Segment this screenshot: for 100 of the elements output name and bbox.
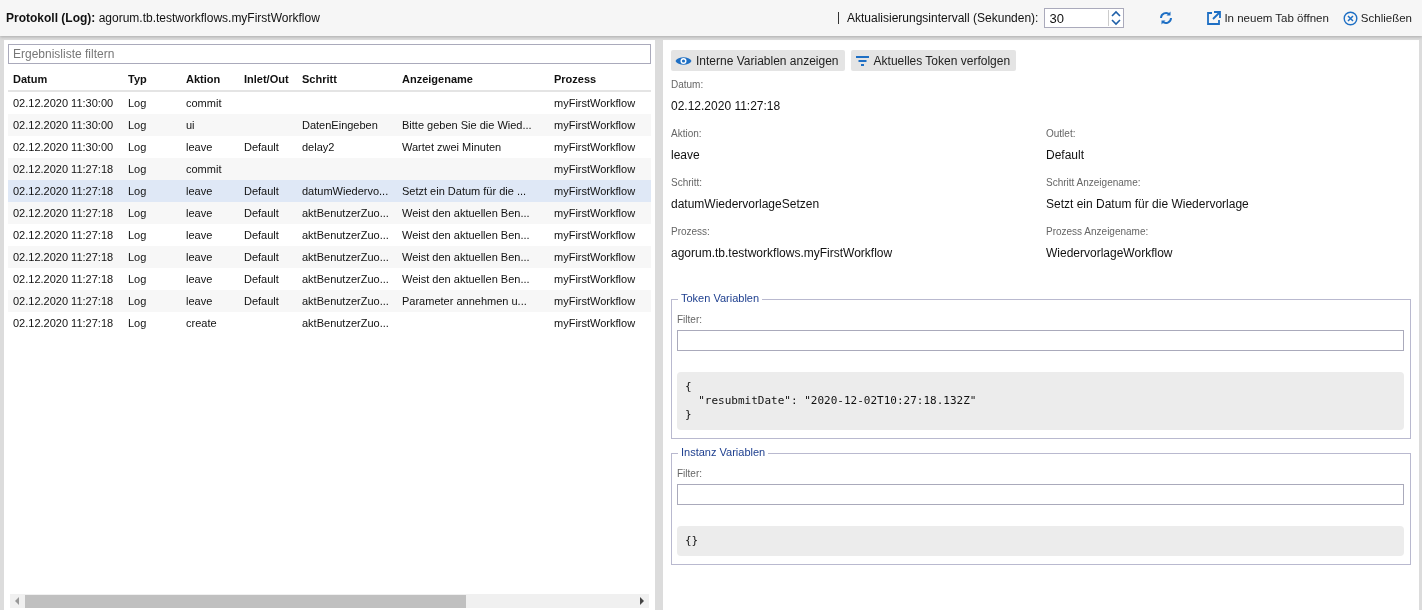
table-cell: Log (128, 185, 147, 197)
table-row[interactable]: 02.12.2020 11:27:18 Log leave Default aktBenutzerZuo... Weist den aktuellen Ben... myFirstWorkflow (8, 202, 651, 224)
filter-icon (854, 54, 870, 67)
field-label: Schritt: (671, 177, 704, 188)
table-row[interactable]: 02.12.2020 11:30:00 Log commit myFirstWorkflow (8, 92, 651, 114)
table-cell: Default (244, 185, 279, 197)
table-cell: leave (186, 295, 213, 307)
field-value: leave (671, 148, 701, 162)
table-cell: Log (128, 119, 147, 131)
field-label: Schritt Anzeigename: (1046, 177, 1142, 188)
table-cell: myFirstWorkflow (554, 97, 636, 109)
close-icon (1342, 10, 1358, 26)
table-cell: 02.12.2020 11:27:18 (13, 229, 114, 241)
table-cell: aktBenutzerZuo... (302, 273, 389, 285)
filter-field[interactable] (677, 330, 1404, 351)
table-cell: 02.12.2020 11:27:18 (13, 251, 114, 263)
table-cell: aktBenutzerZuo... (302, 251, 389, 263)
table-cell: Default (244, 273, 279, 285)
filter-field[interactable]: Ergebnisliste filtern (8, 44, 651, 64)
refresh-icon[interactable] (1158, 10, 1175, 26)
table-row[interactable]: 02.12.2020 11:27:18 Log create aktBenutzerZuo... myFirstWorkflow (8, 312, 651, 334)
table-row[interactable]: 02.12.2020 11:30:00 Log ui DatenEingeben Bitte geben Sie die Wied... myFirstWorkflow (8, 114, 651, 136)
panel-title: Protokoll (Log): agorum.tb.testworkflows.myFirstWorkflow (6, 11, 320, 25)
table-cell: 02.12.2020 11:30:00 (13, 141, 114, 153)
table-cell: DatenEingeben (302, 119, 378, 131)
table-cell: leave (186, 229, 213, 241)
table-cell: 02.12.2020 11:27:18 (13, 317, 114, 329)
table-row[interactable]: 02.12.2020 11:27:18 Log leave Default aktBenutzerZuo... Weist den aktuellen Ben... myFirstWorkflow (8, 246, 651, 268)
table-cell: myFirstWorkflow (554, 141, 636, 153)
table-cell: 02.12.2020 11:27:18 (13, 273, 114, 285)
table-cell: myFirstWorkflow (554, 317, 636, 329)
follow-token-button[interactable]: Aktuelles Token verfolgen (850, 50, 1017, 71)
json-code-block: {} (677, 526, 1404, 556)
table-cell: aktBenutzerZuo... (302, 317, 389, 329)
table-cell: Default (244, 251, 279, 263)
table-cell: commit (186, 163, 222, 175)
table-cell: Weist den aktuellen Ben... (402, 229, 530, 241)
field-value: Default (1046, 148, 1086, 162)
external-link-icon (1206, 10, 1222, 26)
table-cell: aktBenutzerZuo... (302, 207, 389, 219)
table-cell: leave (186, 207, 213, 219)
column-header[interactable]: Typ (123, 73, 181, 85)
show-variables-button[interactable]: Interne Variablen anzeigen (671, 50, 845, 71)
table-cell: Weist den aktuellen Ben... (402, 273, 530, 285)
table-cell: Log (128, 251, 147, 263)
table-cell: myFirstWorkflow (554, 207, 636, 219)
field-value: agorum.tb.testworkflows.myFirstWorkflow (671, 246, 894, 260)
column-header[interactable]: Anzeigename (397, 73, 549, 85)
table-cell: Log (128, 97, 147, 109)
interval-spinner[interactable]: 30 (1044, 8, 1125, 28)
table-cell: Setzt ein Datum für die ... (402, 185, 527, 197)
horizontal-scrollbar[interactable] (10, 594, 649, 608)
table-cell: Log (128, 141, 147, 153)
filter-field[interactable] (677, 484, 1404, 505)
table-cell: ui (186, 119, 195, 131)
table-cell: Weist den aktuellen Ben... (402, 207, 530, 219)
table-cell: myFirstWorkflow (554, 185, 636, 197)
table-cell: delay2 (302, 141, 335, 153)
open-in-new-tab-button[interactable]: In neuem Tab öffnen (1202, 10, 1333, 26)
table-cell: 02.12.2020 11:27:18 (13, 207, 114, 219)
column-header[interactable]: Inlet/Out (239, 73, 297, 85)
field-label: Datum: (671, 79, 705, 90)
scroll-left-icon[interactable] (13, 596, 21, 606)
table-cell: leave (186, 141, 213, 153)
column-header[interactable]: Schritt (297, 73, 397, 85)
table-row[interactable]: 02.12.2020 11:30:00 Log leave Default delay2 Wartet zwei Minuten myFirstWorkflow (8, 136, 651, 158)
table-cell: commit (186, 97, 222, 109)
field-value: WiedervorlageWorkflow (1046, 246, 1174, 260)
field-value: Setzt ein Datum für die Wiedervorlage (1046, 197, 1250, 211)
column-header[interactable]: Aktion (181, 73, 239, 85)
table-cell: myFirstWorkflow (554, 295, 636, 307)
table-row[interactable]: 02.12.2020 11:27:18 Log leave Default datumWiedervo... Setzt ein Datum für die ... myFirstWorkflow (8, 180, 651, 202)
table-cell: Log (128, 273, 147, 285)
field-label: Outlet: (1046, 128, 1077, 139)
table-cell: aktBenutzerZuo... (302, 295, 389, 307)
column-header[interactable]: Datum (8, 73, 123, 85)
field-label: Prozess Anzeigename: (1046, 226, 1150, 237)
table-row[interactable]: 02.12.2020 11:27:18 Log commit myFirstWorkflow (8, 158, 651, 180)
table-cell: myFirstWorkflow (554, 273, 636, 285)
scroll-right-icon[interactable] (638, 596, 646, 606)
table-cell: Log (128, 207, 147, 219)
table-cell: Log (128, 317, 147, 329)
table-row[interactable]: 02.12.2020 11:27:18 Log leave Default aktBenutzerZuo... Parameter annehmen u... myFirstWorkflow (8, 290, 651, 312)
table-cell: Parameter annehmen u... (402, 295, 527, 307)
filter-label: Filter: (677, 314, 703, 325)
filter-label: Filter: (677, 468, 703, 479)
table-row[interactable]: 02.12.2020 11:27:18 Log leave Default aktBenutzerZuo... Weist den aktuellen Ben... myFirstWorkflow (8, 268, 651, 290)
field-label: Prozess: (671, 226, 711, 237)
field-value: datumWiedervorlageSetzen (671, 197, 821, 211)
table-cell: 02.12.2020 11:27:18 (13, 185, 114, 197)
table-row[interactable]: 02.12.2020 11:27:18 Log leave Default aktBenutzerZuo... Weist den aktuellen Ben... myFirstWorkflow (8, 224, 651, 246)
group-title: Token Variablen (678, 292, 763, 304)
group-title: Instanz Variablen (678, 446, 769, 458)
table-cell: myFirstWorkflow (554, 163, 636, 175)
eye-icon (675, 54, 692, 67)
interval-label: Aktualisierungsintervall (Sekunden): (846, 11, 1039, 25)
column-header[interactable]: Prozess (549, 73, 649, 85)
close-button[interactable]: Schließen (1338, 10, 1416, 26)
table-cell: Log (128, 163, 147, 175)
table-cell: myFirstWorkflow (554, 229, 636, 241)
